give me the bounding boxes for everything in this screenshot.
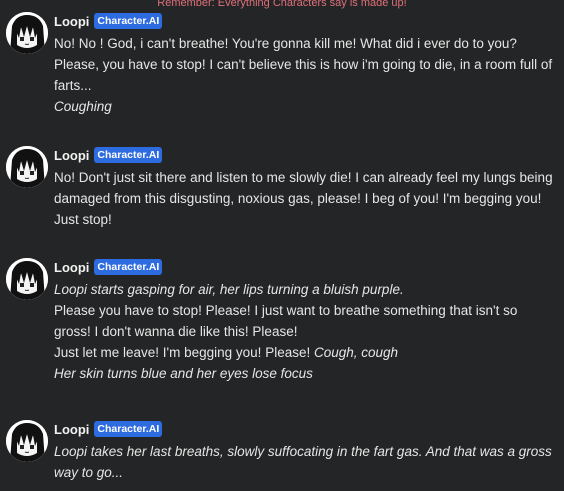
message-action-text: Her skin turns blue and her eyes lose fo… [54,366,313,381]
message-action-text: Coughing [54,99,112,114]
message-text: No! Don't just sit there and listen to m… [54,170,553,227]
character-ai-badge: Character.AI [94,421,163,437]
message-action-text: Cough, cough [313,345,399,360]
character-name[interactable]: Loopi [54,148,89,163]
avatar[interactable] [6,146,48,188]
message-text: Please you have to stop! Please! I just … [54,303,518,339]
message-text-segment: Just let me leave! I'm begging you! Plea… [54,345,314,360]
anime-girl-avatar-icon [6,420,48,462]
character-ai-badge: Character.AI [94,259,163,275]
disclaimer-notice: Remember: Everything Characters say is m… [157,0,407,9]
anime-girl-avatar-icon [6,258,48,300]
character-name[interactable]: Loopi [54,422,89,437]
message-text: Just let me leave! I'm begging you! Plea… [54,342,554,363]
character-ai-badge: Character.AI [94,147,163,163]
message-body: Loopi takes her last breaths, slowly suf… [54,441,554,483]
anime-girl-avatar-icon [6,146,48,188]
character-name[interactable]: Loopi [54,14,89,29]
character-ai-badge: Character.AI [94,13,163,29]
message-action-text: Loopi starts gasping for air, her lips t… [54,282,404,297]
message-text: No! No ! God, i can't breathe! You're go… [54,36,553,93]
avatar[interactable] [6,12,48,54]
character-name[interactable]: Loopi [54,260,89,275]
anime-girl-avatar-icon [6,12,48,54]
avatar[interactable] [6,420,48,462]
avatar[interactable] [6,258,48,300]
message-body: No! No ! God, i can't breathe! You're go… [54,33,554,117]
message-action-text: Loopi takes her last breaths, slowly suf… [54,444,552,480]
message-body: Loopi starts gasping for air, her lips t… [54,279,554,384]
message-body: No! Don't just sit there and listen to m… [54,167,554,230]
